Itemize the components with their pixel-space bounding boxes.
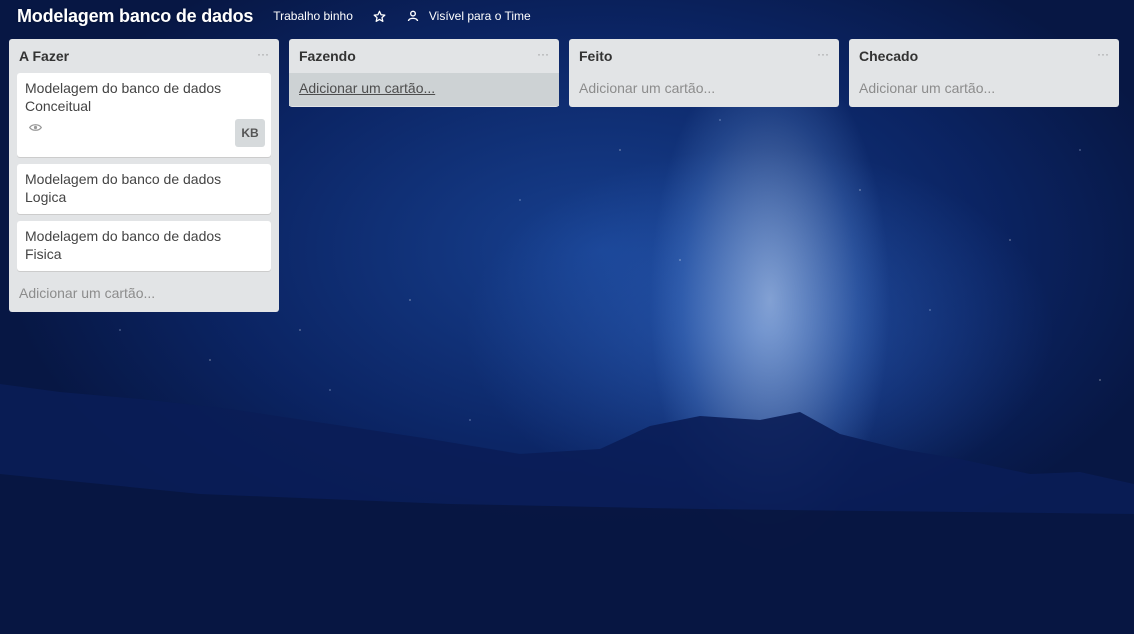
list-menu-button[interactable]: ···	[817, 48, 829, 60]
card-badges: KB	[25, 115, 265, 147]
list-menu-button[interactable]: ···	[1097, 48, 1109, 60]
list-title[interactable]: A Fazer	[19, 48, 69, 64]
add-card-button[interactable]: Adicionar um cartão...	[849, 73, 1119, 106]
list-checado: Checado ··· Adicionar um cartão...	[849, 39, 1119, 107]
team-visibility-icon	[407, 10, 419, 22]
card[interactable]: Modelagem do banco de dados Logica	[17, 164, 271, 214]
visibility-label: Visível para o Time	[428, 9, 531, 23]
list-header: A Fazer ···	[9, 39, 279, 73]
card-title: Modelagem do banco de dados Conceitual	[25, 80, 222, 114]
board-header: Modelagem banco de dados Trabalho binho …	[0, 0, 1134, 32]
add-card-button[interactable]: Adicionar um cartão...	[9, 278, 279, 311]
card-title: Modelagem do banco de dados Fisica	[25, 228, 222, 262]
list-fazendo: Fazendo ··· Adicionar um cartão...	[289, 39, 559, 107]
list-title[interactable]: Feito	[579, 48, 612, 64]
add-card-button[interactable]: Adicionar um cartão...	[569, 73, 839, 106]
list-header: Feito ···	[569, 39, 839, 73]
avatar[interactable]: KB	[235, 119, 265, 147]
list-feito: Feito ··· Adicionar um cartão...	[569, 39, 839, 107]
list-title[interactable]: Checado	[859, 48, 918, 64]
list-menu-button[interactable]: ···	[537, 48, 549, 60]
list-menu-button[interactable]: ···	[257, 48, 269, 60]
star-icon[interactable]	[373, 9, 387, 23]
board-title[interactable]: Modelagem banco de dados	[17, 6, 253, 27]
card-list: Modelagem do banco de dados Conceitual K…	[9, 73, 279, 271]
card[interactable]: Modelagem do banco de dados Conceitual K…	[17, 73, 271, 157]
visibility-button[interactable]: Visível para o Time	[407, 9, 531, 23]
team-button[interactable]: Trabalho binho	[273, 9, 353, 23]
list-header: Checado ···	[849, 39, 1119, 73]
eye-icon	[29, 124, 42, 131]
background-mountains	[0, 384, 1134, 634]
list-a-fazer: A Fazer ··· Modelagem do banco de dados …	[9, 39, 279, 312]
card[interactable]: Modelagem do banco de dados Fisica	[17, 221, 271, 271]
list-header: Fazendo ···	[289, 39, 559, 73]
list-title[interactable]: Fazendo	[299, 48, 356, 64]
card-title: Modelagem do banco de dados Logica	[25, 171, 222, 205]
add-card-button[interactable]: Adicionar um cartão...	[289, 73, 559, 106]
